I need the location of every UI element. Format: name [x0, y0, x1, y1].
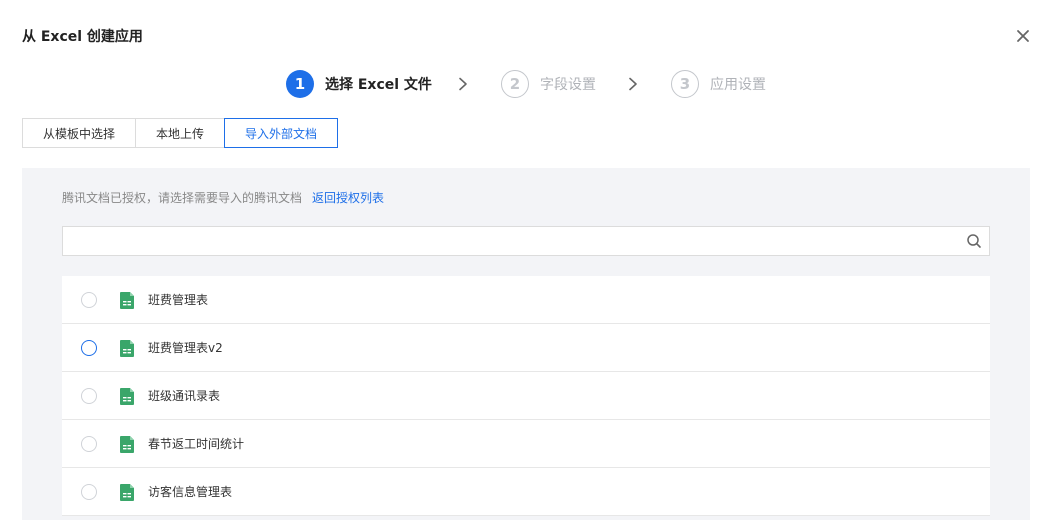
dialog-title: 从 Excel 创建应用 [22, 29, 143, 45]
file-name: 班级通讯录表 [148, 389, 221, 403]
close-button[interactable] [1013, 26, 1033, 46]
import-panel: 腾讯文档已授权，请选择需要导入的腾讯文档 返回授权列表 班费管理表 班费管理表v… [22, 168, 1030, 520]
search-icon[interactable] [966, 233, 982, 249]
tab-template[interactable]: 从模板中选择 [22, 118, 137, 148]
file-name: 班费管理表 [148, 293, 209, 307]
auth-hint-text: 腾讯文档已授权，请选择需要导入的腾讯文档 [62, 191, 303, 205]
tab-import-external[interactable]: 导入外部文档 [224, 118, 339, 148]
file-radio[interactable] [81, 388, 97, 404]
source-tabs: 从模板中选择 本地上传 导入外部文档 [22, 118, 339, 148]
list-item[interactable]: 访客信息管理表 [62, 468, 990, 516]
file-radio[interactable] [81, 436, 97, 452]
file-name: 春节返工时间统计 [148, 437, 245, 451]
step-2-label: 字段设置 [540, 77, 596, 93]
sheet-file-icon [120, 340, 134, 357]
chevron-right-icon [629, 77, 637, 91]
back-to-auth-list-link[interactable]: 返回授权列表 [312, 191, 384, 205]
auth-hint: 腾讯文档已授权，请选择需要导入的腾讯文档 返回授权列表 [62, 189, 384, 206]
search-box [62, 226, 990, 256]
list-item[interactable]: 班费管理表v2 [62, 324, 990, 372]
file-radio[interactable] [81, 292, 97, 308]
step-1-label: 选择 Excel 文件 [325, 77, 432, 93]
file-radio[interactable] [81, 484, 97, 500]
sheet-file-icon [120, 484, 134, 501]
list-item[interactable]: 班费管理表 [62, 276, 990, 324]
sheet-file-icon [120, 292, 134, 309]
file-list: 班费管理表 班费管理表v2 班级通讯录表 春节返工时间统计 访客信息管理表 [62, 276, 990, 516]
list-item[interactable]: 春节返工时间统计 [62, 420, 990, 468]
tab-local-upload[interactable]: 本地上传 [135, 118, 226, 148]
step-3-label: 应用设置 [710, 77, 766, 93]
step-1-number: 1 [286, 70, 314, 98]
sheet-file-icon [120, 436, 134, 453]
step-indicator: 1 选择 Excel 文件 2 字段设置 3 应用设置 [0, 70, 1051, 100]
file-name: 访客信息管理表 [148, 485, 233, 499]
sheet-file-icon [120, 388, 134, 405]
search-input[interactable] [63, 227, 953, 255]
list-item[interactable]: 班级通讯录表 [62, 372, 990, 420]
close-icon [1017, 30, 1029, 42]
step-3-number: 3 [671, 70, 699, 98]
chevron-right-icon [459, 77, 467, 91]
step-2-number: 2 [501, 70, 529, 98]
file-radio[interactable] [81, 340, 97, 356]
step-3: 3 应用设置 [671, 70, 766, 98]
file-name: 班费管理表v2 [148, 341, 223, 355]
step-2: 2 字段设置 [501, 70, 596, 98]
step-1: 1 选择 Excel 文件 [286, 70, 432, 98]
